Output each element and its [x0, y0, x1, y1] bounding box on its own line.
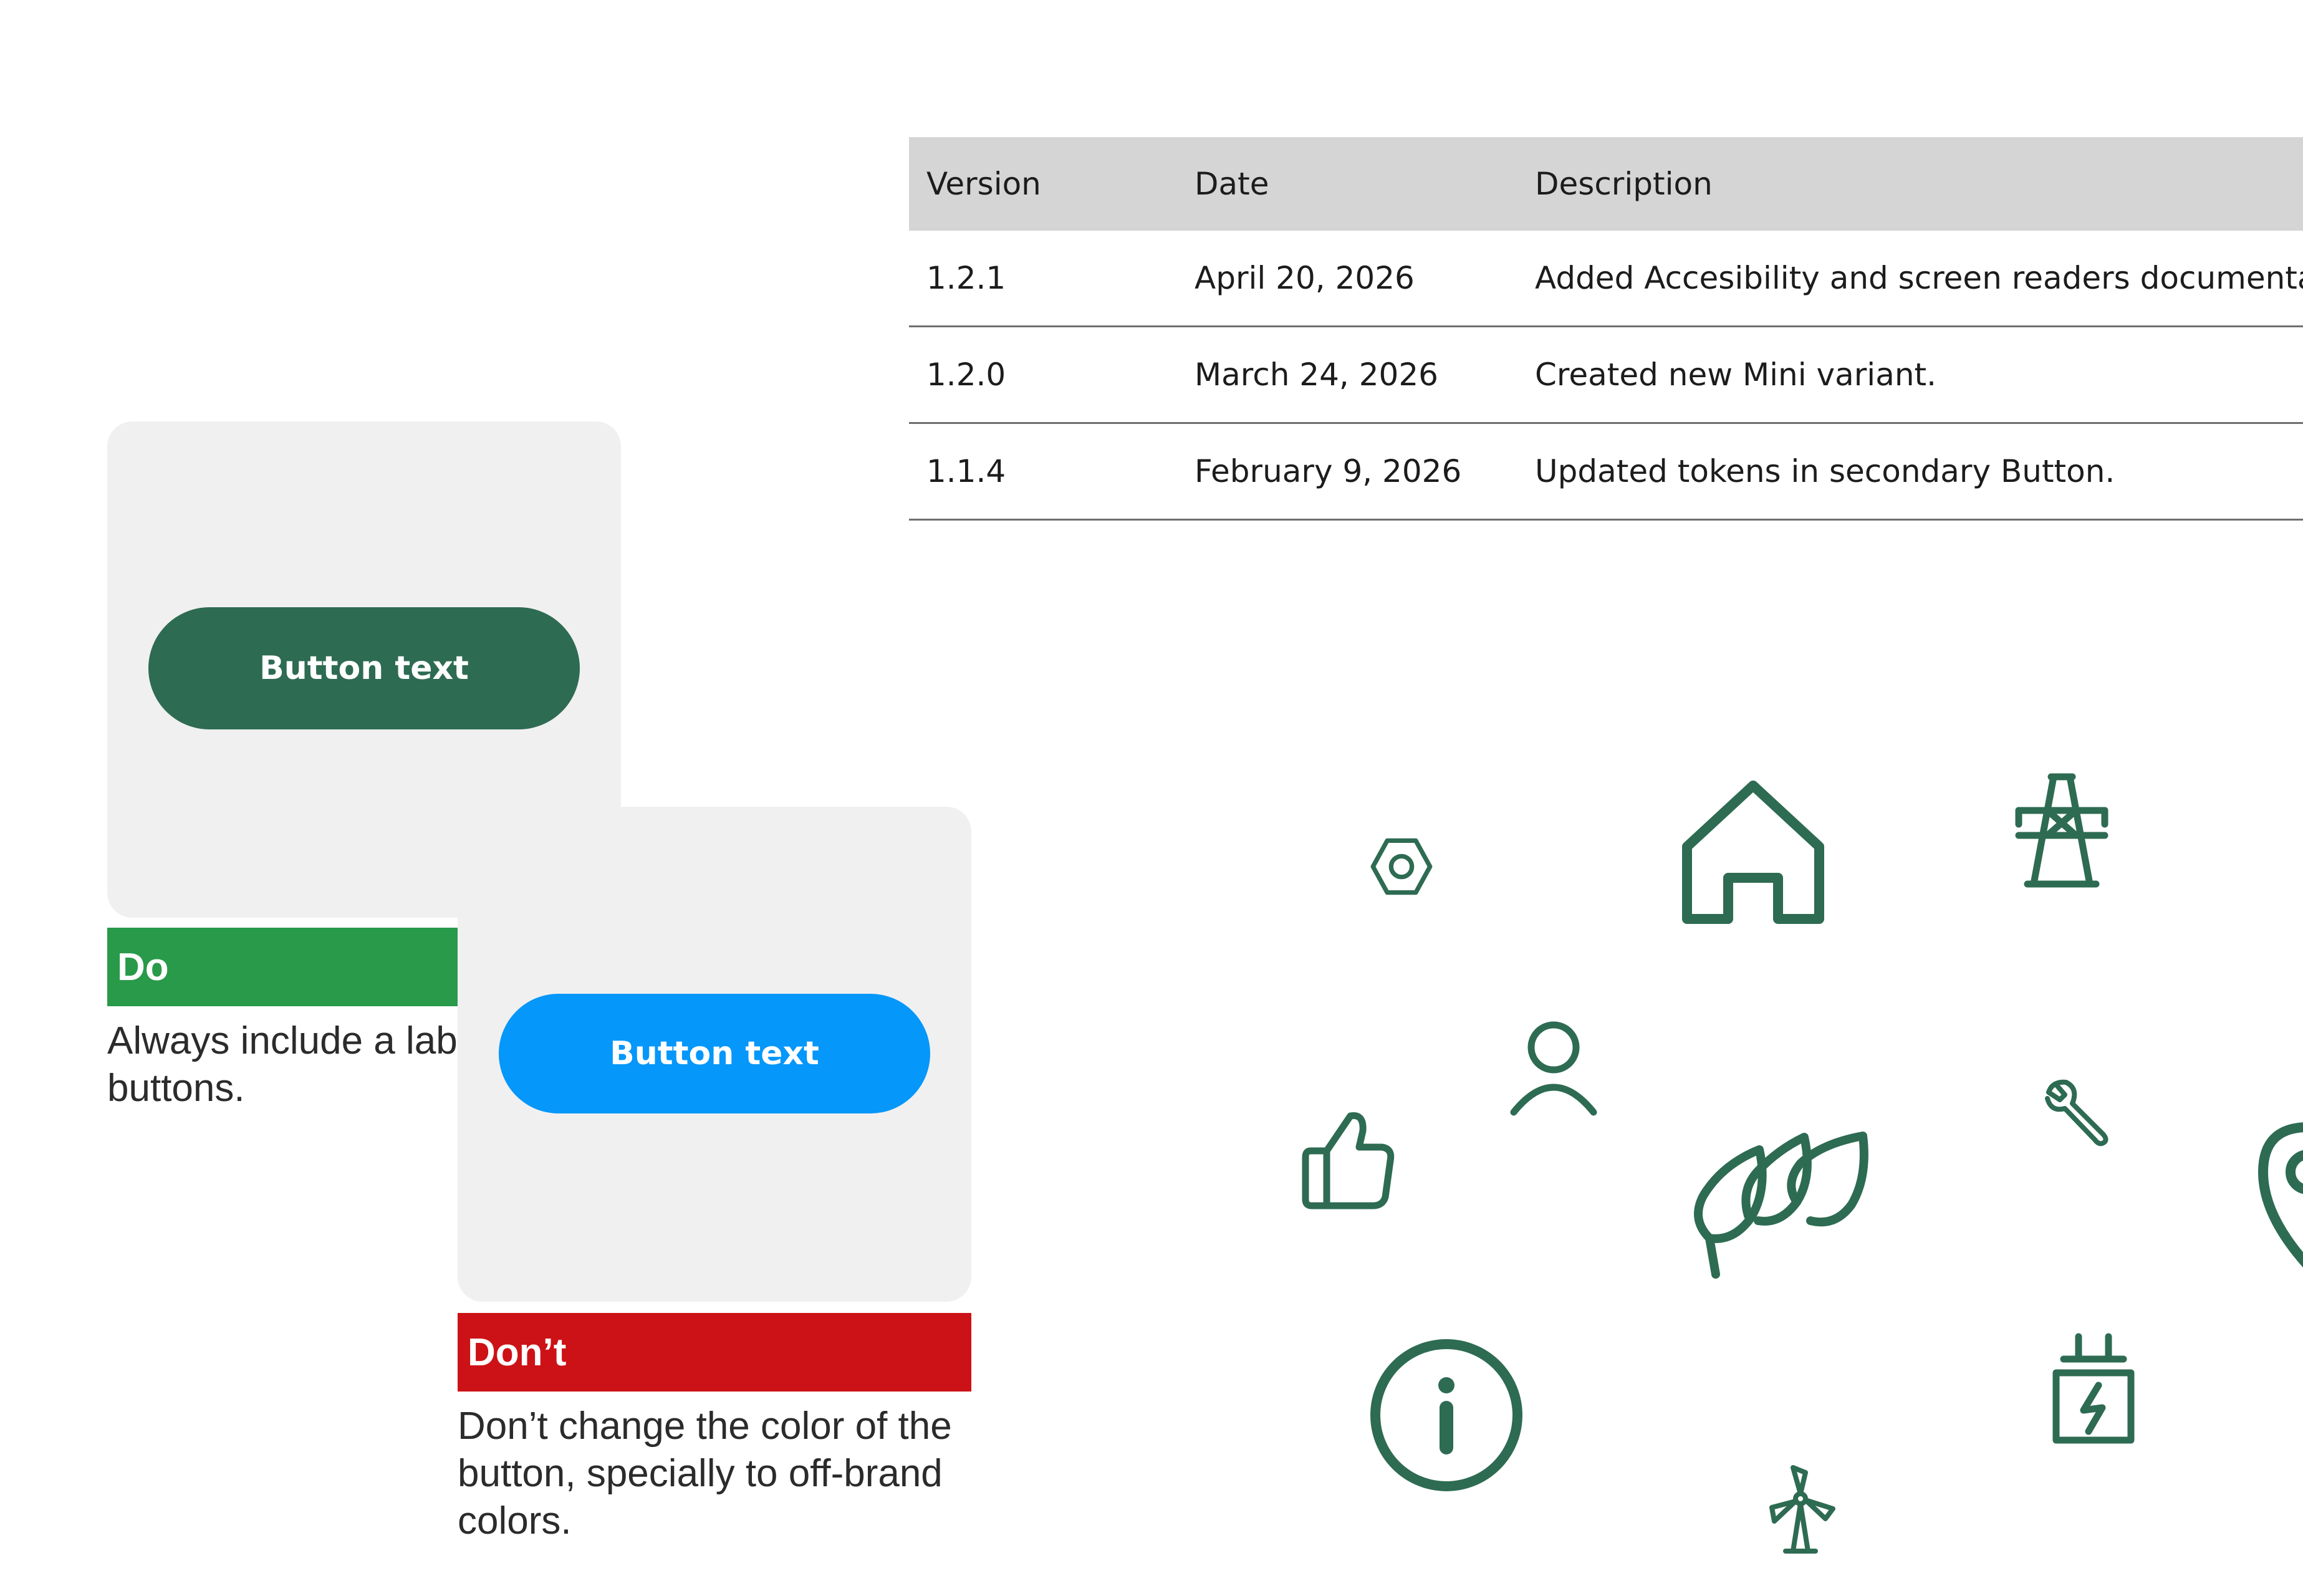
dont-button-label: Button text	[610, 1035, 819, 1072]
row-description: Added Accesibility and screen readers do…	[1535, 260, 2303, 296]
header-version: Version	[926, 166, 1041, 202]
info-icon	[1369, 1338, 1524, 1493]
row-date: March 24, 2026	[1195, 357, 1438, 393]
plug-charging-icon	[2051, 1333, 2136, 1445]
power-tower-icon	[2015, 773, 2108, 888]
row-date: February 9, 2026	[1195, 453, 1462, 489]
version-history-table: Version Date Description 1.2.1 April 20,…	[909, 137, 2303, 521]
do-example-button[interactable]: Button text	[148, 607, 580, 729]
table-row: 1.1.4 February 9, 2026 Updated tokens in…	[909, 424, 2303, 521]
wind-turbine-icon	[1768, 1463, 1838, 1555]
header-date: Date	[1195, 166, 1269, 202]
row-date: April 20, 2026	[1195, 260, 1415, 296]
dont-caption-line: colors.	[458, 1499, 572, 1542]
dont-caption-line: Don’t change the color of the	[458, 1405, 952, 1448]
wrench-icon	[2044, 1079, 2112, 1147]
row-description: Updated tokens in secondary Button.	[1535, 453, 2115, 489]
dont-banner: Don’t	[458, 1313, 971, 1392]
leaves-icon	[1691, 1127, 1872, 1279]
nut-icon	[1369, 834, 1434, 899]
dont-example-button[interactable]: Button text	[499, 994, 930, 1113]
header-description: Description	[1535, 166, 1713, 202]
thumbs-up-icon	[1302, 1110, 1395, 1211]
user-icon	[1509, 1019, 1599, 1118]
table-header-row: Version Date Description	[909, 137, 2303, 231]
home-icon	[1678, 778, 1828, 928]
do-button-label: Button text	[259, 650, 469, 687]
row-version: 1.2.0	[926, 357, 1006, 393]
location-pin-icon	[2258, 1122, 2303, 1272]
table-row: 1.2.1 April 20, 2026 Added Accesibility …	[909, 231, 2303, 327]
dont-banner-label: Don’t	[468, 1330, 567, 1374]
do-banner-label: Do	[117, 945, 169, 989]
row-description: Created new Mini variant.	[1535, 357, 1937, 393]
row-version: 1.1.4	[926, 453, 1006, 489]
dont-caption: Don’t change the color of the button, sp…	[458, 1403, 994, 1545]
row-version: 1.2.1	[926, 260, 1006, 296]
dont-caption-line: button, specially to off-brand	[458, 1452, 943, 1495]
table-row: 1.2.0 March 24, 2026 Created new Mini va…	[909, 327, 2303, 424]
